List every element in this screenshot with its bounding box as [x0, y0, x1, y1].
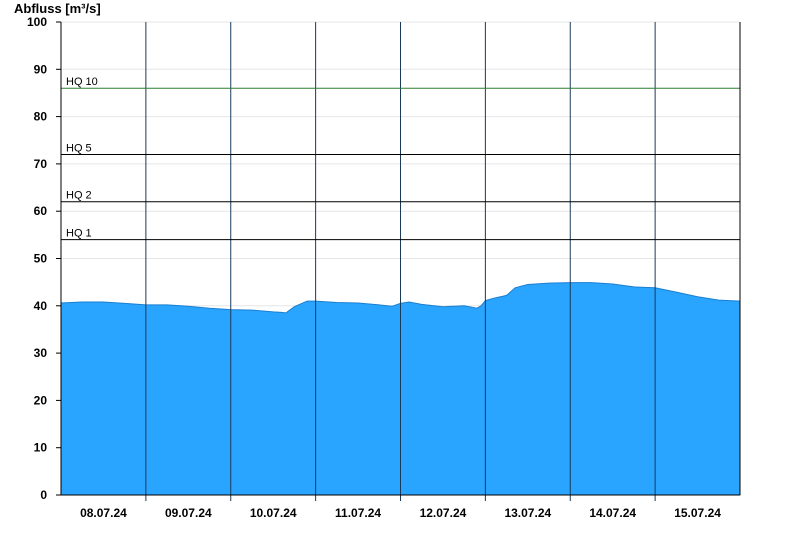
y-axis-label: Abfluss [m³/s] — [14, 1, 101, 16]
threshold-label-hq-10: HQ 10 — [66, 76, 98, 88]
x-tick-label-6: 13.07.24 — [504, 506, 551, 520]
x-tick-label-2: 09.07.24 — [165, 506, 212, 520]
y-tick-label-80: 80 — [34, 110, 48, 124]
threshold-label-hq-2: HQ 2 — [66, 190, 92, 202]
x-tick-label-1: 08.07.24 — [80, 506, 127, 520]
y-tick-label-60: 60 — [34, 204, 48, 218]
y-tick-label-90: 90 — [34, 62, 48, 76]
x-tick-labels: 08.07.24 09.07.24 10.07.24 11.07.24 12.07.24… — [80, 506, 721, 520]
x-tick-label-5: 12.07.24 — [420, 506, 467, 520]
y-tick-label-0: 0 — [40, 488, 47, 502]
y-tick-label-50: 50 — [34, 252, 48, 266]
x-tick-label-8: 15.07.24 — [674, 506, 721, 520]
y-tick-label-20: 20 — [34, 393, 48, 407]
x-tick-label-4: 11.07.24 — [335, 506, 381, 520]
x-tick-label-7: 14.07.24 — [589, 506, 636, 520]
threshold-label-hq-1: HQ 1 — [66, 228, 92, 240]
y-tick-label-70: 70 — [34, 157, 48, 171]
y-tick-label-40: 40 — [34, 299, 48, 313]
x-tick-label-3: 10.07.24 — [250, 506, 297, 520]
discharge-chart: Abfluss [m³/s] HQ 1 HQ 2 HQ 5 HQ 10 0 10 20 30… — [14, 1, 741, 520]
threshold-label-hq-5: HQ 5 — [66, 142, 92, 154]
y-tick-label-100: 100 — [27, 15, 47, 29]
y-tick-labels: 0 10 20 30 40 50 60 70 80 90 100 — [27, 15, 61, 502]
y-tick-label-30: 30 — [34, 346, 48, 360]
y-tick-label-10: 10 — [34, 441, 48, 455]
